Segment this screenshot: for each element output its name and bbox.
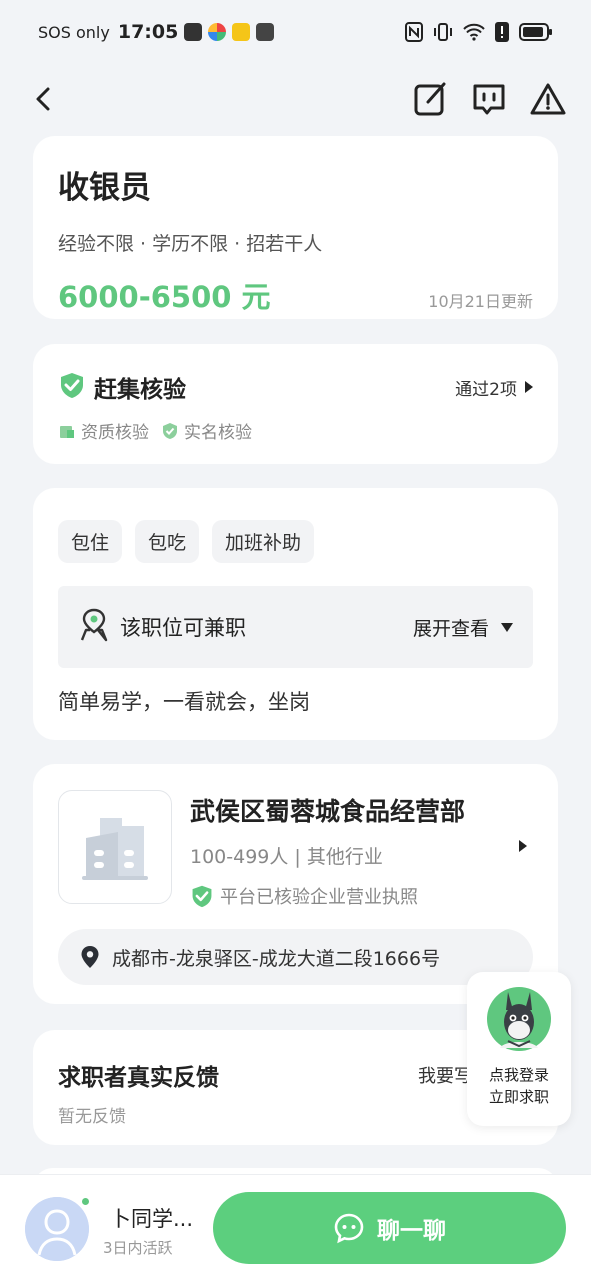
verified-shield-icon (58, 371, 86, 403)
benefit-tag: 包住 (58, 520, 123, 563)
bottom-action-bar: 卜同学... 3日内活跃 聊一聊 (0, 1174, 591, 1280)
caret-right-icon (519, 840, 527, 852)
parttime-label: 该职位可兼职 (120, 616, 246, 640)
warning-icon (530, 83, 566, 115)
qualification-tag: 资质核验 (58, 418, 149, 443)
book-notification-icon (256, 23, 275, 41)
write-feedback-link[interactable]: 我要写 (418, 1062, 472, 1088)
chat-button-label: 聊一聊 (377, 1218, 446, 1244)
company-logo (58, 790, 172, 904)
wifi-icon (463, 23, 485, 41)
person-icon (25, 1197, 89, 1261)
company-name: 武侯区蜀蓉城食品经营部 (190, 797, 466, 826)
company-link[interactable]: 武侯区蜀蓉城食品经营部 100-499人 | 其他行业 平台已核验企业营业执照 (58, 790, 533, 909)
battery-icon (519, 23, 553, 41)
chat-bubble-icon (473, 84, 505, 115)
job-header-card: 收银员 经验不限 · 学历不限 · 招若干人 6000-6500 元 10月21… (33, 136, 558, 319)
online-status-dot (80, 1196, 91, 1207)
realname-icon (163, 422, 177, 439)
job-requirements: 经验不限 · 学历不限 · 招若干人 (58, 233, 323, 255)
license-verified: 平台已核验企业营业执照 (190, 883, 533, 909)
company-size: 100-499人 | 其他行业 (190, 846, 383, 868)
app-notification-icon (208, 23, 227, 41)
back-button[interactable] (30, 82, 60, 116)
caret-right-icon (525, 381, 533, 393)
verification-passed-link[interactable]: 通过2项 (455, 375, 533, 400)
login-line-2: 立即求职 (488, 1088, 549, 1106)
recruiter-name: 卜同学... (110, 1207, 194, 1231)
login-float-button[interactable]: 点我登录 立即求职 (467, 972, 571, 1126)
salary: 6000-6500 元 (58, 280, 271, 314)
share-edit-icon (414, 82, 446, 116)
expand-label: 展开查看 (412, 617, 489, 640)
verification-title: 赶集核验 (94, 377, 186, 403)
feedback-empty: 暂无反馈 (58, 1107, 126, 1127)
address-text: 成都市-龙泉驿区-成龙大道二段1666号 (112, 947, 441, 970)
share-button[interactable] (412, 80, 450, 118)
chat-smile-icon (334, 1213, 364, 1244)
alert-sim-icon (495, 22, 509, 42)
benefit-tag: 包吃 (135, 520, 200, 563)
carrier-text: SOS only (38, 22, 110, 42)
location-person-icon (78, 608, 110, 646)
job-detail-card: 包住 包吃 加班补助 该职位可兼职 展开查看 简单易学，一看就会，坐岗 (33, 488, 558, 740)
status-bar: SOS only 17:05 (0, 0, 591, 64)
verification-passed-text: 通过2项 (455, 379, 517, 400)
verified-shield-icon (192, 885, 212, 908)
top-nav (0, 72, 591, 128)
recruiter-avatar[interactable] (25, 1197, 89, 1261)
address-bar[interactable]: 成都市-龙泉驿区-成龙大道二段1666号 (58, 929, 533, 985)
realname-tag: 实名核验 (161, 418, 252, 443)
recruiter-activity: 3日内活跃 (103, 1239, 173, 1257)
company-card: 武侯区蜀蓉城食品经营部 100-499人 | 其他行业 平台已核验企业营业执照 … (33, 764, 558, 1004)
vibrate-icon (433, 22, 453, 42)
location-pin-icon (80, 945, 100, 969)
verification-card[interactable]: 赶集核验 通过2项 资质核验 实名核验 (33, 344, 558, 464)
mail-notification-icon (184, 23, 203, 41)
clock: 17:05 (117, 21, 179, 43)
benefit-tags: 包住 包吃 加班补助 (58, 520, 533, 563)
caret-down-icon (501, 622, 513, 632)
benefit-tag: 加班补助 (212, 520, 315, 563)
chat-button[interactable]: 聊一聊 (213, 1192, 566, 1264)
update-date: 10月21日更新 (428, 292, 533, 311)
emoji-notification-icon (232, 23, 251, 41)
report-button[interactable] (529, 80, 567, 118)
parttime-section[interactable]: 该职位可兼职 展开查看 (58, 586, 533, 668)
login-line-1: 点我登录 (488, 1066, 549, 1084)
message-button[interactable] (470, 80, 508, 118)
building-icon (82, 818, 148, 880)
license-text: 平台已核验企业营业执照 (220, 887, 418, 908)
job-description: 简单易学，一看就会，坐岗 (58, 690, 310, 714)
donkey-mascot-icon (486, 986, 552, 1056)
expand-button[interactable]: 展开查看 (413, 614, 513, 641)
nfc-icon (405, 22, 423, 42)
job-title: 收银员 (58, 170, 151, 206)
qualification-icon (60, 425, 74, 438)
